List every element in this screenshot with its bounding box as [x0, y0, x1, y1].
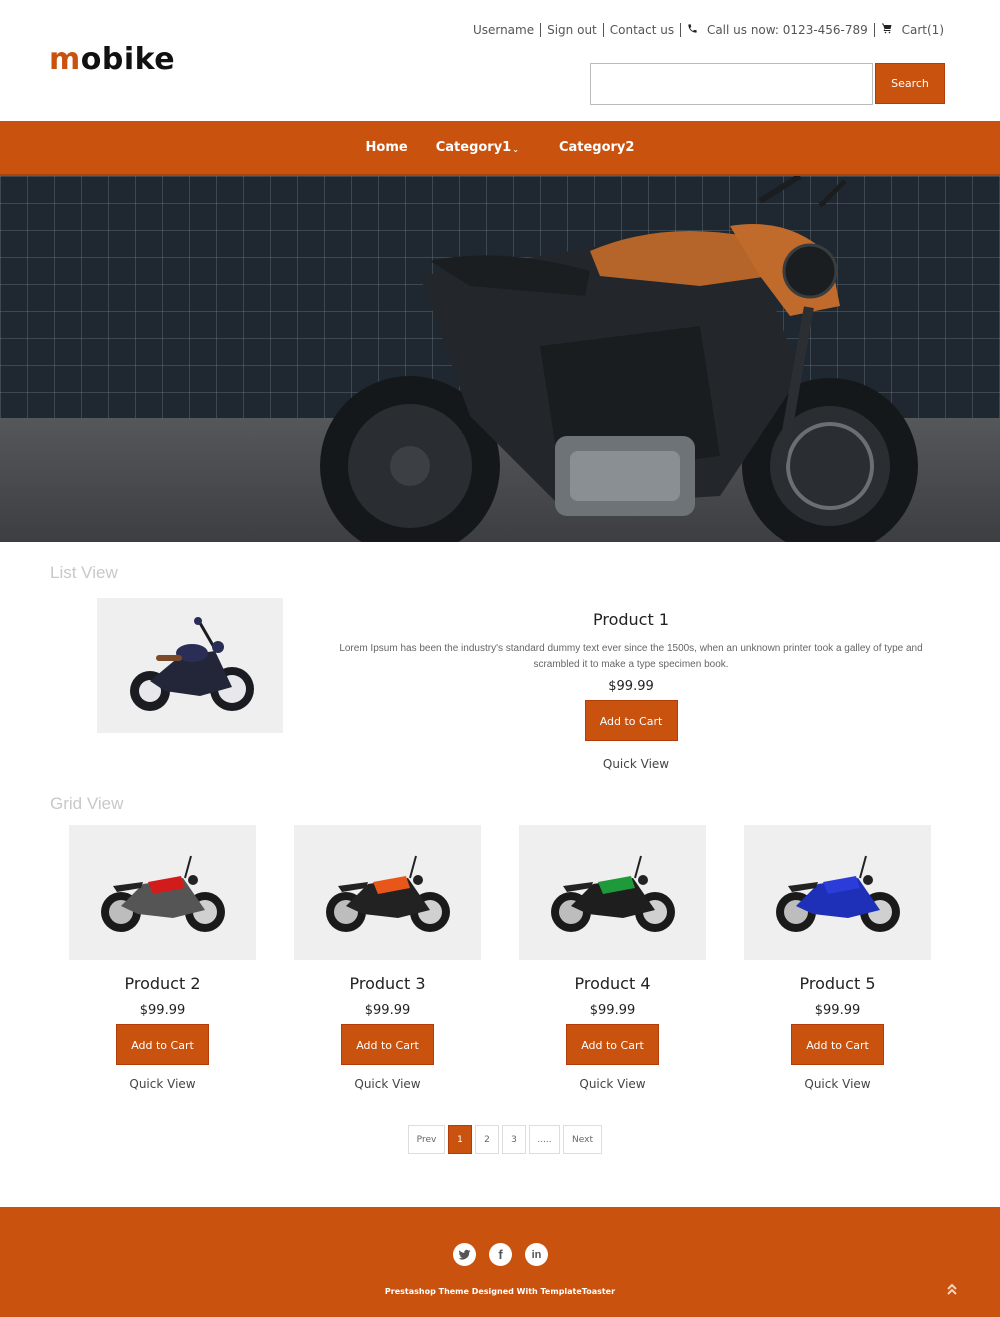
list-product-info: Product 1 Lorem Ipsum has been the indus…	[320, 610, 942, 771]
site-footer: f in Prestashop Theme Designed With Temp…	[0, 1207, 1000, 1317]
page-3-button[interactable]: 3	[502, 1125, 526, 1154]
sign-out-link[interactable]: Sign out	[541, 23, 603, 37]
linkedin-glyph: in	[531, 1248, 542, 1261]
nav-label: Category1	[435, 140, 512, 155]
product-card: Product 2 $99.99 Add to Cart Quick View	[69, 825, 256, 1091]
search-input[interactable]	[590, 63, 873, 105]
hero-motorcycle-image	[320, 176, 918, 542]
contact-us-link[interactable]: Contact us	[604, 23, 680, 37]
add-to-cart-button[interactable]: Add to Cart	[791, 1024, 884, 1065]
product-price: $99.99	[589, 1003, 636, 1018]
add-to-cart-button[interactable]: Add to Cart	[584, 700, 678, 741]
list-view-title: List View	[50, 563, 118, 582]
logo-text: obike	[80, 42, 176, 77]
product-card: Product 4 $99.99 Add to Cart Quick View	[519, 825, 706, 1091]
facebook-glyph: f	[498, 1247, 503, 1262]
next-page-button[interactable]: Next	[563, 1125, 602, 1154]
quick-view-link[interactable]: Quick View	[744, 1077, 931, 1091]
product-image[interactable]	[744, 825, 931, 960]
logo-accent-letter: m	[49, 42, 81, 77]
product-price: $99.99	[608, 679, 654, 694]
nav-item-category1[interactable]: Category1 ⌄	[422, 140, 533, 155]
product-card: Product 3 $99.99 Add to Cart Quick View	[294, 825, 481, 1091]
pagination-ellipsis: .....	[529, 1125, 560, 1154]
page-1-button[interactable]: 1	[448, 1125, 472, 1154]
product-description: Lorem Ipsum has been the industry's stan…	[339, 643, 923, 670]
cart-link[interactable]: Cart(1)	[875, 22, 950, 37]
call-us-text: Call us now: 0123-456-789	[706, 22, 868, 37]
social-links: f in	[453, 1243, 548, 1266]
add-to-cart-button[interactable]: Add to Cart	[566, 1024, 659, 1065]
add-to-cart-button[interactable]: Add to Cart	[116, 1024, 209, 1065]
motorcycle-icon	[550, 855, 675, 932]
quick-view-link[interactable]: Quick View	[519, 1077, 706, 1091]
motorcycle-icon	[130, 616, 254, 711]
product-name[interactable]: Product 4	[519, 974, 706, 993]
product-name[interactable]: Product 3	[294, 974, 481, 993]
search-bar: Search	[590, 63, 945, 105]
quick-view-link[interactable]: Quick View	[330, 757, 942, 771]
linkedin-icon[interactable]: in	[525, 1243, 548, 1266]
nav-label: Category2	[558, 140, 635, 155]
twitter-icon[interactable]	[453, 1243, 476, 1266]
product-image[interactable]	[97, 598, 283, 733]
product-image[interactable]	[69, 825, 256, 960]
page-2-button[interactable]: 2	[475, 1125, 499, 1154]
nav-item-home[interactable]: Home	[352, 140, 422, 155]
motorcycle-icon	[325, 855, 450, 932]
top-links: Username Sign out Contact us Call us now…	[467, 22, 950, 37]
scroll-to-top-button[interactable]	[945, 1281, 959, 1300]
motorcycle-icon	[100, 855, 225, 932]
main-nav: Home Category1 ⌄ Category2	[0, 121, 1000, 176]
product-name[interactable]: Product 1	[320, 610, 942, 629]
nav-label: Home	[365, 140, 408, 155]
add-to-cart-button[interactable]: Add to Cart	[341, 1024, 434, 1065]
cart-text: Cart(1)	[901, 23, 944, 37]
product-price: $99.99	[139, 1003, 186, 1018]
product-price: $99.99	[364, 1003, 411, 1018]
product-price: $99.99	[814, 1003, 861, 1018]
phone-icon	[687, 23, 698, 34]
double-chevron-up-icon	[947, 1283, 957, 1295]
hero-banner	[0, 176, 1000, 542]
search-button[interactable]: Search	[875, 63, 945, 104]
motorcycle-icon	[775, 855, 900, 932]
grid-view-title: Grid View	[50, 794, 124, 813]
username-link[interactable]: Username	[467, 23, 540, 37]
nav-item-category2[interactable]: Category2	[545, 140, 649, 155]
call-us-link[interactable]: Call us now: 0123-456-789	[681, 23, 874, 37]
site-logo[interactable]: mobike	[49, 42, 175, 77]
product-name[interactable]: Product 5	[744, 974, 931, 993]
cart-icon	[881, 22, 893, 34]
quick-view-link[interactable]: Quick View	[294, 1077, 481, 1091]
pagination: Prev 1 2 3 ..... Next	[408, 1125, 602, 1154]
product-name[interactable]: Product 2	[69, 974, 256, 993]
product-grid: Product 2 $99.99 Add to Cart Quick View …	[69, 825, 931, 1091]
facebook-icon[interactable]: f	[489, 1243, 512, 1266]
prev-page-button[interactable]: Prev	[408, 1125, 445, 1154]
chevron-down-icon: ⌄	[512, 144, 519, 154]
quick-view-link[interactable]: Quick View	[69, 1077, 256, 1091]
product-image[interactable]	[519, 825, 706, 960]
footer-credit: Prestashop Theme Designed With TemplateT…	[384, 1287, 616, 1296]
site-header: mobike Username Sign out Contact us Call…	[0, 0, 1000, 121]
product-card: Product 5 $99.99 Add to Cart Quick View	[744, 825, 931, 1091]
product-image[interactable]	[294, 825, 481, 960]
